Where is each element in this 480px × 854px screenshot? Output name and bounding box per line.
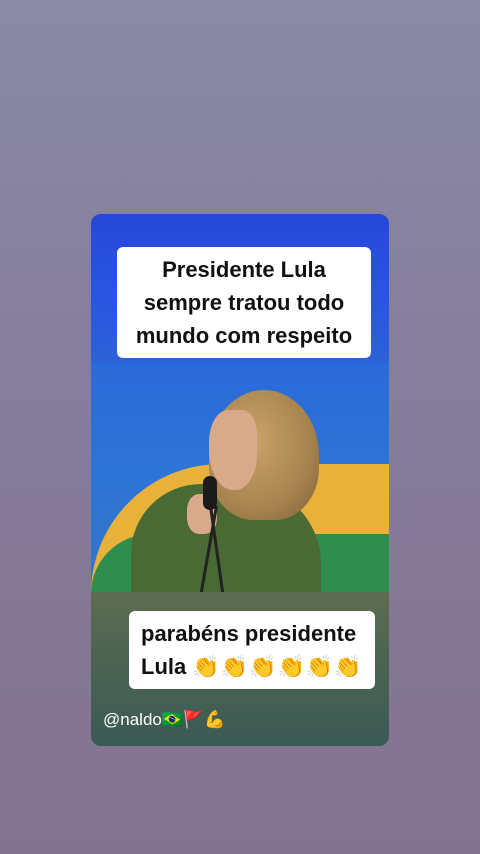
video-card[interactable]: Presidente Lula sempre tratou todo mundo… bbox=[91, 214, 389, 746]
bottom-caption: parabéns presidente Lula 👏👏👏👏👏👏 bbox=[129, 611, 375, 689]
top-caption-line-1: Presidente Lula bbox=[162, 257, 326, 282]
bottom-caption-word: Lula bbox=[141, 654, 187, 679]
user-handle[interactable]: @naldo🇧🇷🚩💪 bbox=[103, 710, 225, 730]
top-caption-line-3: mundo com respeito bbox=[135, 323, 353, 348]
microphone-icon bbox=[203, 476, 217, 510]
bottom-caption-line-2: Lula 👏👏👏👏👏👏 bbox=[133, 650, 371, 683]
top-caption-line-2: sempre tratou todo bbox=[143, 290, 345, 315]
top-caption: Presidente Lula sempre tratou todo mundo… bbox=[117, 247, 371, 358]
speaker-face bbox=[209, 410, 257, 490]
clapping-hands-icon: 👏👏👏👏👏👏 bbox=[192, 654, 363, 679]
bottom-caption-line-1: parabéns presidente bbox=[141, 621, 357, 646]
